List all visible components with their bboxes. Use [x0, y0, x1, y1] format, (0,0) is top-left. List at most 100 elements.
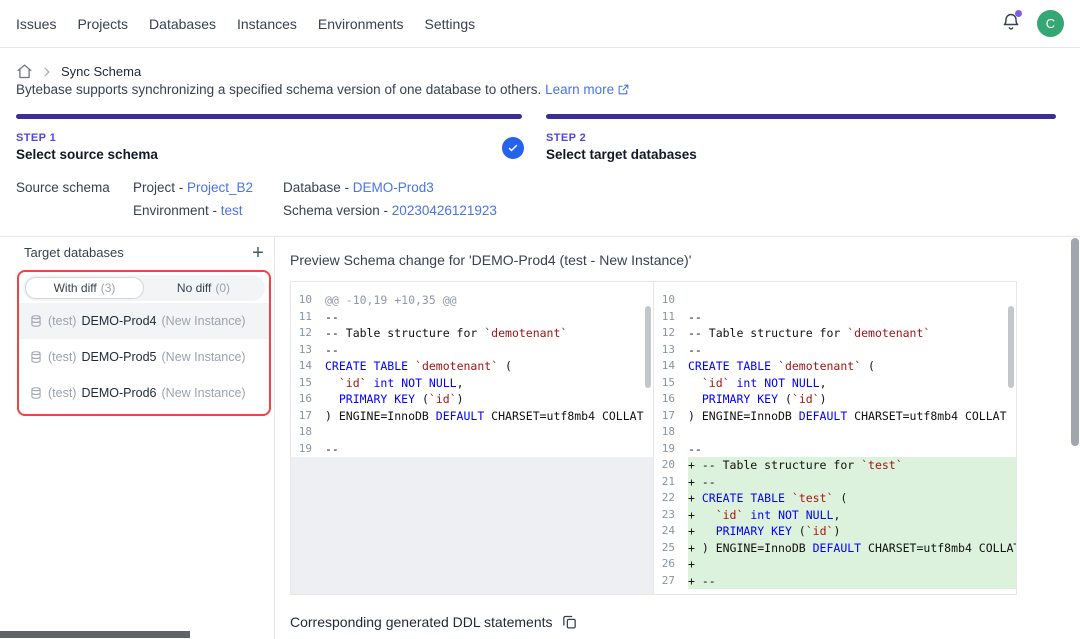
code-line: 19-- — [291, 441, 653, 458]
line-number: 12 — [654, 325, 688, 342]
target-database-item[interactable]: (test) DEMO-Prod4 (New Instance) — [19, 303, 269, 339]
source-field-label: Database - — [283, 180, 353, 195]
source-field: Database - DEMO-Prod3 — [283, 180, 497, 195]
step1-progress-bar — [16, 114, 522, 119]
db-environment: (test) — [48, 314, 76, 328]
line-content: + CREATE TABLE `test` ( — [688, 490, 1016, 507]
target-databases-panel: With diff(3)No diff(0) (test)DEMO-Prod4(… — [17, 270, 271, 416]
nav-item-settings[interactable]: Settings — [425, 16, 476, 32]
line-content: -- Table structure for `demotenant` — [325, 325, 653, 342]
instance-icon — [29, 386, 43, 400]
line-content: `id` int NOT NULL, — [325, 375, 653, 392]
code-line: 20+ -- Table structure for `test` — [654, 457, 1016, 474]
step-2: STEP 2 Select target databases — [546, 132, 697, 162]
nav-item-issues[interactable]: Issues — [16, 16, 56, 32]
page-horizontal-scrollbar-thumb[interactable] — [0, 631, 190, 638]
line-content: ) ENGINE=InnoDB DEFAULT CHARSET=utf8mb4 … — [688, 408, 1016, 425]
line-number: 11 — [654, 309, 688, 326]
line-number: 13 — [654, 342, 688, 359]
target-database-item[interactable]: (test)DEMO-Prod6(New Instance) — [19, 375, 269, 411]
tab-with-diff[interactable]: With diff(3) — [25, 277, 144, 299]
diff-filler-region — [291, 457, 653, 594]
source-field-value-link[interactable]: Project_B2 — [187, 180, 253, 195]
nav-item-databases[interactable]: Databases — [149, 16, 216, 32]
learn-more-link[interactable]: Learn more — [545, 82, 614, 97]
source-field-value-link[interactable]: 20230426121923 — [392, 203, 497, 218]
content-divider — [0, 236, 1080, 237]
line-content: CREATE TABLE `demotenant` ( — [325, 358, 653, 375]
navbar-right: C — [999, 10, 1064, 37]
line-number: 19 — [291, 441, 325, 458]
line-content: + `id` int NOT NULL, — [688, 507, 1016, 524]
line-content: ) ENGINE=InnoDB DEFAULT CHARSET=utf8mb4 … — [325, 408, 653, 425]
modified-code-lines: 1011--12-- Table structure for `demotena… — [654, 282, 1016, 589]
source-field-value-link[interactable]: test — [221, 203, 243, 218]
line-number: 15 — [291, 375, 325, 392]
line-number: 19 — [654, 441, 688, 458]
line-content: -- — [688, 342, 1016, 359]
code-line: 22+ CREATE TABLE `test` ( — [654, 490, 1016, 507]
code-line: 24+ PRIMARY KEY (`id`) — [654, 523, 1016, 540]
db-suffix: (New Instance) — [162, 386, 246, 400]
code-line: 14CREATE TABLE `demotenant` ( — [291, 358, 653, 375]
target-databases-title: Target databases — [24, 245, 124, 260]
code-line: 13-- — [654, 342, 1016, 359]
db-name: DEMO-Prod6 — [81, 386, 156, 400]
line-number: 16 — [291, 391, 325, 408]
step-1: STEP 1 Select source schema — [16, 132, 158, 162]
external-link-icon — [617, 83, 630, 96]
line-number: 20 — [654, 457, 688, 474]
code-line: 25+ ) ENGINE=InnoDB DEFAULT CHARSET=utf8… — [654, 540, 1016, 557]
tab-label: With diff — [54, 281, 97, 295]
copy-icon[interactable] — [561, 613, 578, 630]
line-number: 24 — [654, 523, 688, 540]
db-suffix: (New Instance) — [162, 314, 246, 328]
source-field-value-link[interactable]: DEMO-Prod3 — [353, 180, 434, 195]
source-schema-fields: Project - Project_B2 Database - DEMO-Prod… — [133, 180, 497, 218]
right-pane-scrollbar[interactable] — [1008, 306, 1014, 388]
line-number: 14 — [654, 358, 688, 375]
avatar[interactable]: C — [1037, 10, 1064, 37]
nav-item-projects[interactable]: Projects — [77, 16, 128, 32]
code-line: 11-- — [291, 309, 653, 326]
step2-title: Select target databases — [546, 147, 697, 162]
step1-title: Select source schema — [16, 147, 158, 162]
breadcrumb-current: Sync Schema — [61, 64, 141, 79]
line-number: 17 — [654, 408, 688, 425]
page-description: Bytebase supports synchronizing a specif… — [16, 80, 630, 100]
line-number: 12 — [291, 325, 325, 342]
code-line: 21+ -- — [654, 474, 1016, 491]
line-number: 21 — [654, 474, 688, 491]
code-line: 15 `id` int NOT NULL, — [291, 375, 653, 392]
tab-no-diff[interactable]: No diff(0) — [144, 277, 263, 299]
line-content: + -- — [688, 573, 1016, 590]
code-line: 10@@ -10,19 +10,35 @@ — [291, 292, 653, 309]
line-number: 22 — [654, 490, 688, 507]
db-suffix: (New Instance) — [162, 350, 246, 364]
left-pane-scrollbar[interactable] — [645, 306, 651, 388]
code-line: 11-- — [654, 309, 1016, 326]
line-content: @@ -10,19 +10,35 @@ — [325, 292, 653, 309]
code-line: 16 PRIMARY KEY (`id`) — [654, 391, 1016, 408]
source-field-label: Project - — [133, 180, 187, 195]
nav-item-instances[interactable]: Instances — [237, 16, 297, 32]
home-icon[interactable] — [16, 63, 33, 80]
line-number: 16 — [654, 391, 688, 408]
sidebar-divider — [274, 236, 275, 639]
schema-diff-editor: 10@@ -10,19 +10,35 @@11--12-- Table stru… — [290, 281, 1017, 595]
line-number: 23 — [654, 507, 688, 524]
diff-pane-original[interactable]: 10@@ -10,19 +10,35 @@11--12-- Table stru… — [291, 282, 653, 594]
diff-pane-modified[interactable]: 1011--12-- Table structure for `demotena… — [653, 282, 1016, 594]
code-line: 18 — [654, 424, 1016, 441]
step2-label: STEP 2 — [546, 132, 697, 144]
nav-item-environments[interactable]: Environments — [318, 16, 404, 32]
tab-count: (0) — [215, 281, 230, 295]
add-target-database-button[interactable]: + — [246, 241, 270, 265]
page-vertical-scrollbar-thumb[interactable] — [1071, 238, 1079, 446]
preview-title: Preview Schema change for 'DEMO-Prod4 (t… — [290, 252, 691, 268]
target-database-item[interactable]: (test)DEMO-Prod5(New Instance) — [19, 339, 269, 375]
line-content: -- — [688, 309, 1016, 326]
notifications-bell-icon[interactable] — [999, 12, 1023, 36]
db-name: DEMO-Prod4 — [81, 314, 156, 328]
line-content: + ) ENGINE=InnoDB DEFAULT CHARSET=utf8mb… — [688, 540, 1016, 557]
